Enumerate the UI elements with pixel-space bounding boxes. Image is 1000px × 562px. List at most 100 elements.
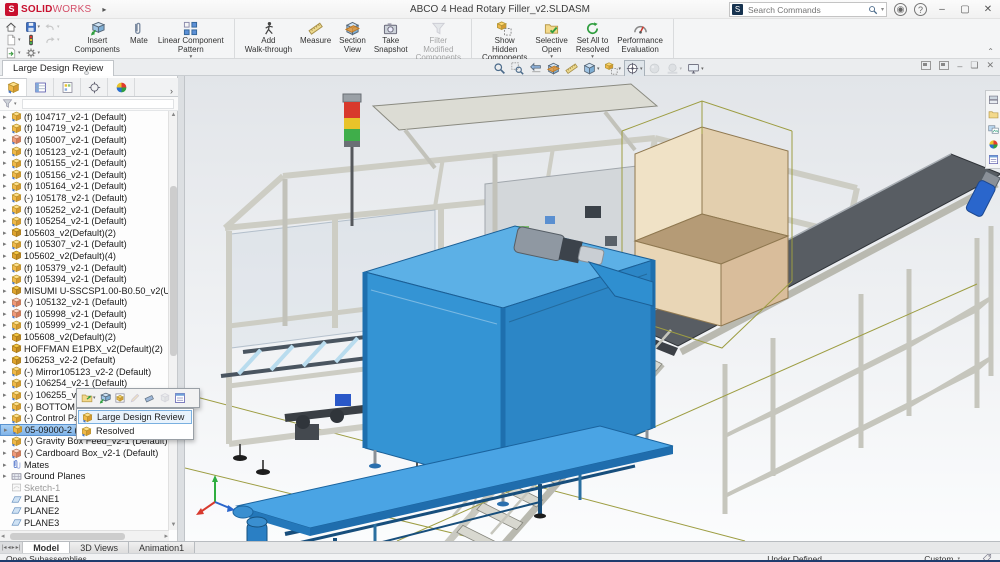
tree-item[interactable]: ▸ (f) 105307_v2-1 (Default): [0, 239, 169, 251]
measure-button[interactable]: Measure: [296, 20, 335, 46]
open-component-button[interactable]: ▾: [81, 392, 96, 404]
view-orientation-button[interactable]: ▾: [624, 60, 645, 77]
expand-arrow-icon[interactable]: ▸: [3, 264, 11, 272]
tree-item[interactable]: ▸ (f) 105394_v2-1 (Default): [0, 273, 169, 285]
search-commands-input[interactable]: [746, 3, 865, 16]
new-document-button[interactable]: ▾: [4, 33, 22, 46]
tab-scroll-buttons[interactable]: |◂ ◂ ▸ ▸|: [0, 542, 24, 553]
displaymanager-tab[interactable]: [108, 78, 135, 96]
hscroll-thumb[interactable]: [10, 533, 125, 540]
tree-vertical-scrollbar[interactable]: ▲ ▼: [168, 111, 177, 530]
expand-arrow-icon[interactable]: ▸: [3, 345, 11, 353]
redo-button[interactable]: ▾: [43, 33, 61, 46]
expand-arrow-icon[interactable]: ▸: [3, 159, 11, 167]
performance-evaluation-button[interactable]: Performance Evaluation: [613, 20, 667, 54]
scroll-left-icon[interactable]: ◂: [1, 532, 5, 540]
expand-arrow-icon[interactable]: ▸: [4, 426, 12, 434]
expand-arrow-icon[interactable]: ▸: [3, 310, 11, 318]
file-explorer-tab[interactable]: [988, 109, 999, 120]
show-hidden-components-button[interactable]: Show Hidden Components: [478, 20, 531, 63]
search-dropdown-icon[interactable]: ▾: [881, 6, 884, 13]
graphics-area[interactable]: [185, 76, 1000, 541]
expand-arrow-icon[interactable]: ▸: [3, 321, 11, 329]
expand-arrow-icon[interactable]: ▸: [3, 368, 11, 376]
expand-arrow-icon[interactable]: ▸: [3, 182, 11, 190]
view-settings-button[interactable]: ▾: [685, 60, 706, 77]
configurationmanager-tab[interactable]: [54, 78, 81, 96]
doc-window-icon-1[interactable]: [921, 61, 932, 70]
tree-item[interactable]: ▸ (f) 105007_v2-1 (Default): [0, 134, 169, 146]
scroll-up-icon[interactable]: ▲: [169, 111, 178, 120]
expand-arrow-icon[interactable]: ▸: [3, 356, 11, 364]
section-view-button[interactable]: Section View: [335, 20, 370, 54]
tree-item[interactable]: ▸ (f) 105155_v2-1 (Default): [0, 157, 169, 169]
propertymanager-tab[interactable]: [27, 78, 54, 96]
rebuild-button[interactable]: [24, 33, 42, 46]
expand-arrow-icon[interactable]: ▸: [3, 461, 11, 469]
tree-item[interactable]: ▸ (-) 105132_v2-1 (Default): [0, 297, 169, 309]
zoom-to-fit-button[interactable]: [491, 60, 508, 77]
minimize-button[interactable]: –: [934, 4, 950, 15]
filter-funnel-icon[interactable]: [2, 98, 13, 109]
tree-item[interactable]: ▸ Mates: [0, 459, 169, 471]
home-button[interactable]: [4, 20, 22, 33]
zoom-to-area-button[interactable]: [509, 60, 526, 77]
viewport-3d-scene[interactable]: [185, 76, 1000, 541]
tree-item[interactable]: ▸ (f) 105156_v2-1 (Default): [0, 169, 169, 181]
tree-item[interactable]: ▸ (-) 105178_v2-1 (Default): [0, 192, 169, 204]
expand-arrow-icon[interactable]: ▸: [3, 148, 11, 156]
expand-arrow-icon[interactable]: ▸: [3, 252, 11, 260]
tab-scroll-prev-icon[interactable]: ◂: [8, 544, 11, 551]
insert-components-button[interactable]: Insert Components: [71, 20, 124, 54]
publish-button[interactable]: ▾: [4, 46, 22, 59]
conveyor-drive-motor[interactable]: [246, 516, 268, 541]
expand-arrow-icon[interactable]: ▸: [3, 229, 11, 237]
take-snapshot-button[interactable]: Take Snapshot: [370, 20, 412, 54]
doc-close-button[interactable]: ✕: [986, 60, 994, 71]
component-properties-button[interactable]: [174, 392, 186, 404]
tree-item[interactable]: ▸ HOFFMAN E1PBX_v2(Default)(2): [0, 343, 169, 355]
tree-item[interactable]: ▸ Ground Planes: [0, 470, 169, 482]
tree-item[interactable]: ▸ (f) 104717_v2-1 (Default): [0, 111, 169, 123]
filter-dropdown-icon[interactable]: ▾: [14, 101, 17, 107]
tree-item[interactable]: ▸ 106253_v2-2 (Default): [0, 354, 169, 366]
tree-item[interactable]: ▸ (f) 105252_v2-1 (Default): [0, 204, 169, 216]
selective-open-button[interactable]: Selective Open ▾: [531, 20, 571, 60]
expand-arrow-icon[interactable]: ▸: [3, 391, 11, 399]
panel-splitter[interactable]: [178, 76, 185, 541]
section-view-button[interactable]: [545, 60, 562, 77]
tree-item[interactable]: PLANE2: [0, 505, 169, 517]
tree-item[interactable]: ▸ (f) 104719_v2-1 (Default): [0, 123, 169, 135]
view-tab-model[interactable]: Model: [23, 542, 71, 553]
isolate-button[interactable]: [114, 392, 126, 404]
expand-arrow-icon[interactable]: ▸: [3, 333, 11, 341]
panel-resize-grip[interactable]: [84, 71, 89, 75]
tab-scroll-last-icon[interactable]: ▸|: [16, 544, 21, 551]
view-tab-animation1[interactable]: Animation1: [129, 542, 196, 553]
custom-properties-tab[interactable]: [988, 154, 999, 165]
tree-item[interactable]: ▸MISUMI U-SSCSP1.00-B0.50_v2(U-SSCSP(304…: [0, 285, 169, 297]
measure-button[interactable]: [563, 60, 580, 77]
doc-restore-button[interactable]: ❏: [970, 60, 978, 71]
mate-button[interactable]: Mate: [124, 20, 154, 46]
solidworks-logo[interactable]: S SOLIDWORKS ▸: [0, 2, 106, 16]
tree-item[interactable]: ▸ 105602_v2(Default)(4): [0, 250, 169, 262]
expand-arrow-icon[interactable]: ▸: [3, 240, 11, 248]
undo-button[interactable]: ▾: [43, 20, 61, 33]
expand-arrow-icon[interactable]: ▸: [3, 217, 11, 225]
menu-item-large-design-review[interactable]: Large Design Review: [78, 410, 192, 424]
cardboard-box[interactable]: [633, 126, 790, 327]
linear-component-pattern-button[interactable]: Linear Component Pattern ▾: [154, 20, 228, 60]
tree-item[interactable]: ▸ 105603_v2(Default)(2): [0, 227, 169, 239]
add-walkthrough-button[interactable]: Add Walk-through: [241, 20, 296, 54]
set-all-resolved-button[interactable]: Set All to Resolved ▾: [572, 20, 613, 60]
tree-item[interactable]: ▸ (f) 105164_v2-1 (Default): [0, 181, 169, 193]
tree-item[interactable]: Sketch-1: [0, 482, 169, 494]
expand-arrow-icon[interactable]: ▸: [3, 171, 11, 179]
expand-arrow-icon[interactable]: ▸: [3, 414, 11, 422]
expand-arrow-icon[interactable]: ▸: [3, 472, 11, 480]
expand-arrow-icon[interactable]: ▸: [3, 379, 11, 387]
tree-filter-input[interactable]: [21, 98, 174, 109]
expand-arrow-icon[interactable]: ▸: [3, 449, 11, 457]
expand-arrow-icon[interactable]: ▸: [3, 403, 11, 411]
